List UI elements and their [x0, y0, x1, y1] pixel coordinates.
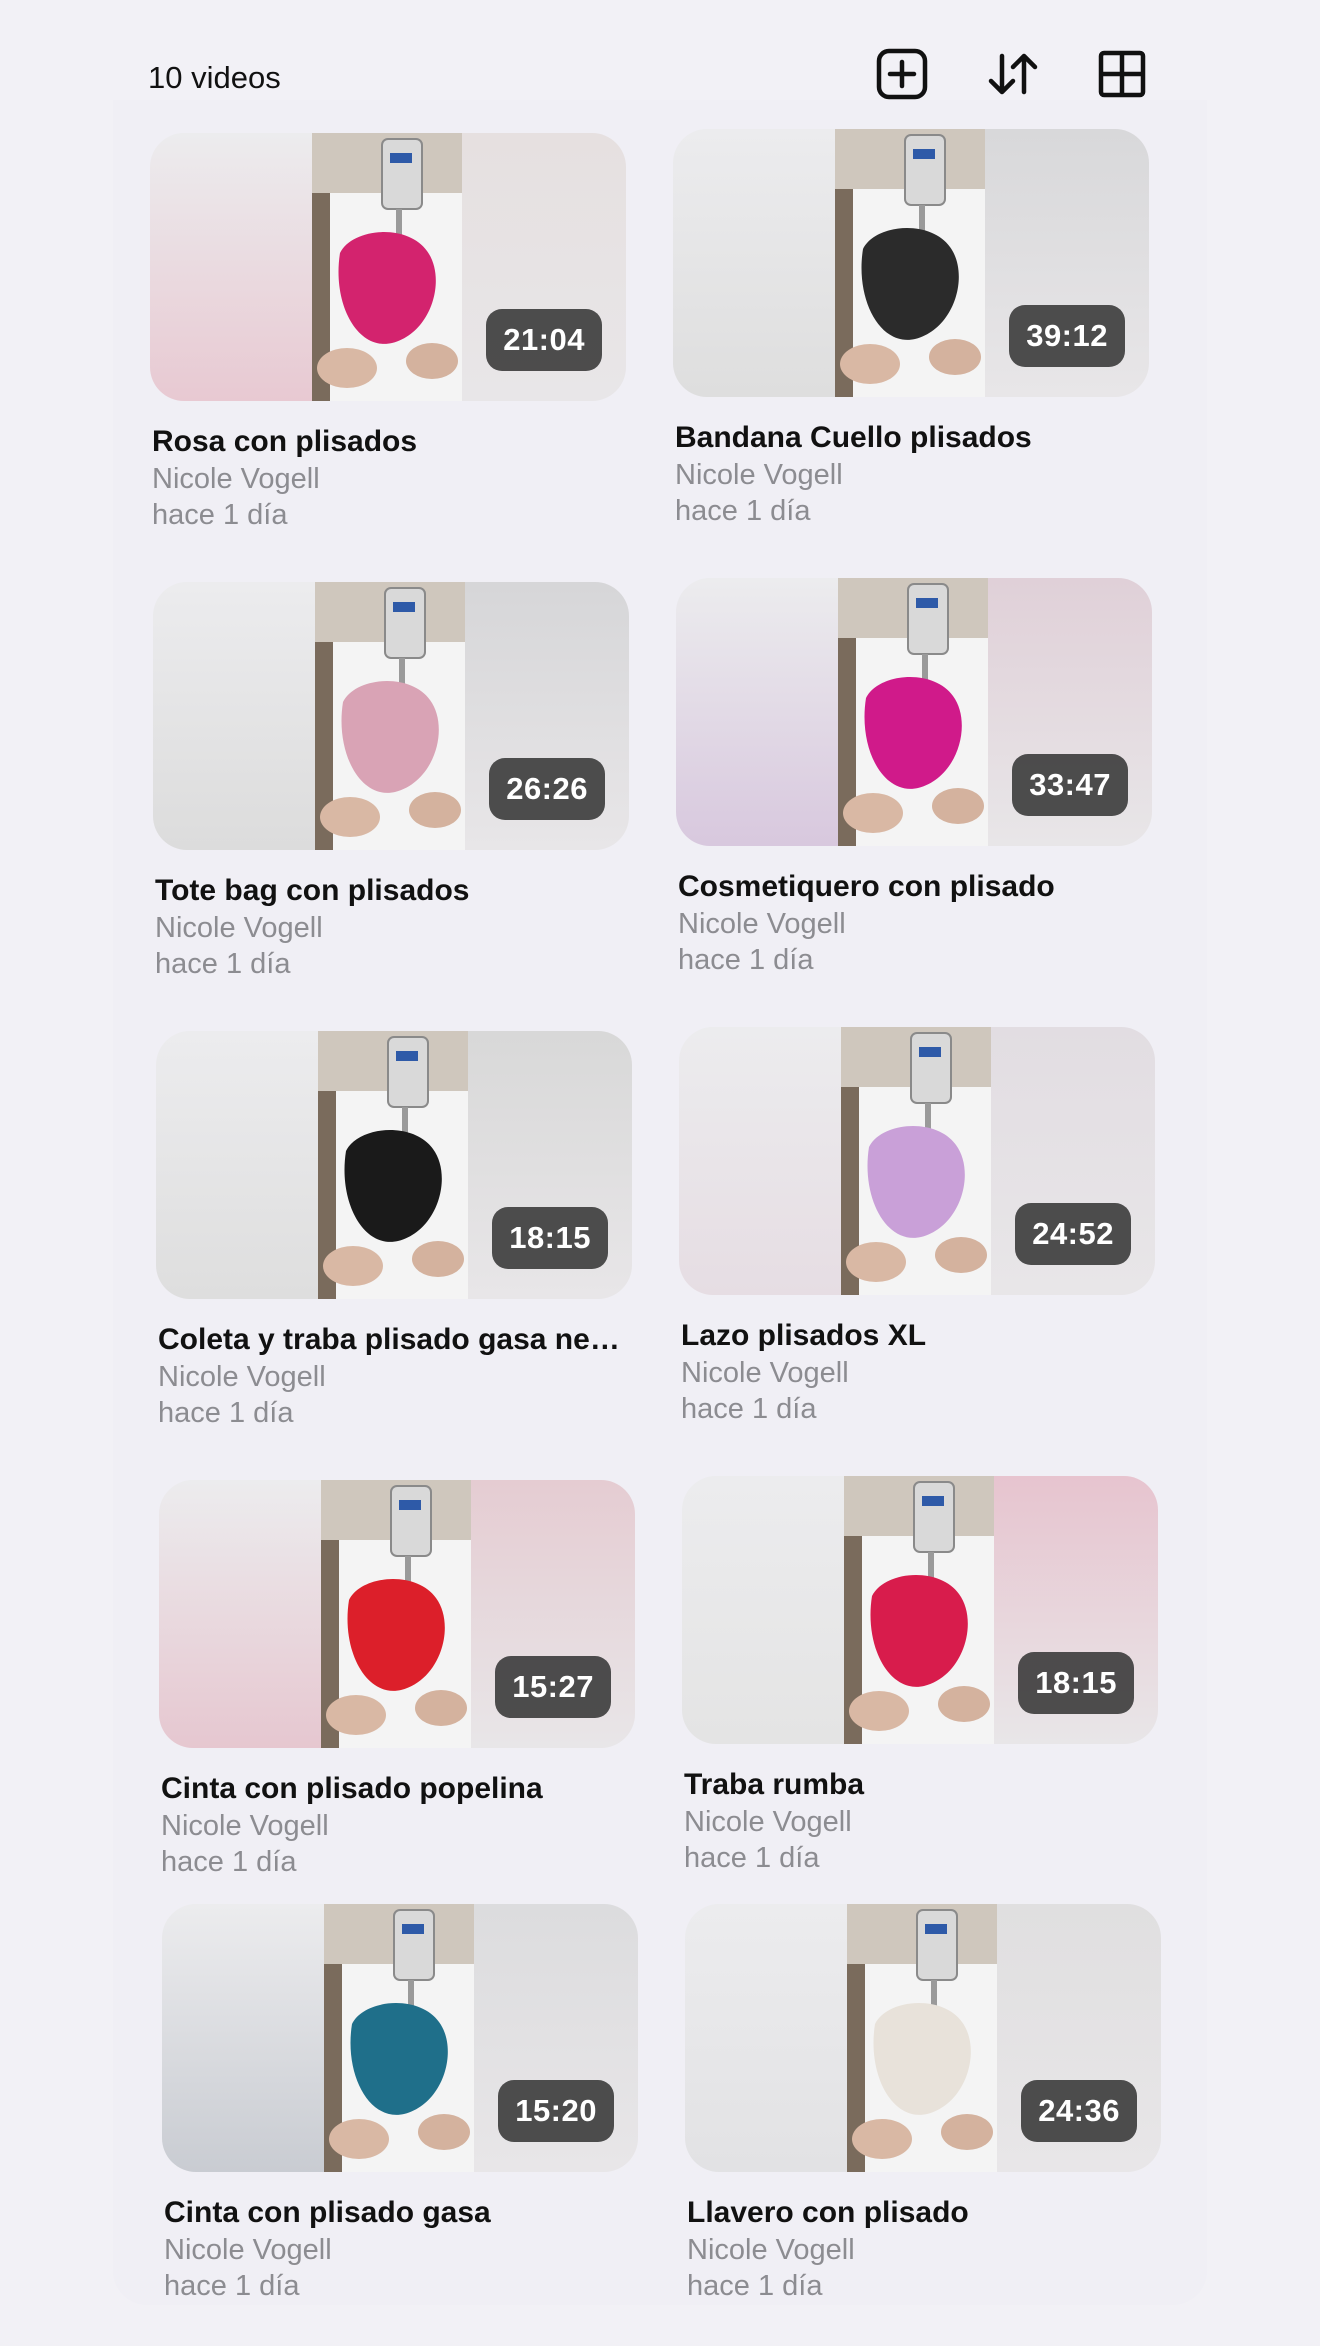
duration-badge: 26:26 — [489, 758, 605, 820]
duration-badge: 33:47 — [1012, 754, 1128, 816]
video-title[interactable]: Tote bag con plisados — [155, 874, 629, 908]
duration-badge: 15:20 — [498, 2080, 614, 2142]
video-title[interactable]: Llavero con plisado — [687, 2196, 1161, 2230]
upload-age: hace 1 día — [675, 495, 811, 527]
thumbnail-image — [318, 1031, 468, 1299]
video-thumbnail[interactable]: 24:52 — [679, 1027, 1155, 1295]
video-thumbnail[interactable]: 21:04 — [150, 133, 626, 401]
duration-badge: 15:27 — [495, 1656, 611, 1718]
sort-arrows-icon[interactable] — [983, 44, 1043, 104]
video-thumbnail[interactable]: 18:15 — [682, 1476, 1158, 1744]
thumbnail-blur-left — [156, 1031, 318, 1299]
video-thumbnail[interactable]: 24:36 — [685, 1904, 1161, 2172]
duration-badge: 21:04 — [486, 309, 602, 371]
video-thumbnail[interactable]: 33:47 — [676, 578, 1152, 846]
upload-age: hace 1 día — [681, 1393, 817, 1425]
thumbnail-image — [315, 582, 465, 850]
thumbnail-blur-left — [673, 129, 835, 397]
duration-badge: 18:15 — [1018, 1652, 1134, 1714]
thumbnail-image — [324, 1904, 474, 2172]
channel-name[interactable]: Nicole Vogell — [158, 1361, 326, 1394]
channel-name[interactable]: Nicole Vogell — [155, 912, 323, 945]
channel-name[interactable]: Nicole Vogell — [684, 1806, 852, 1839]
video-title[interactable]: Lazo plisados XL — [681, 1319, 1155, 1353]
thumbnail-image — [312, 133, 462, 401]
video-thumbnail[interactable]: 26:26 — [153, 582, 629, 850]
thumbnail-image — [844, 1476, 994, 1744]
upload-age: hace 1 día — [161, 1846, 297, 1878]
thumbnail-blur-left — [682, 1476, 844, 1744]
thumbnail-image — [321, 1480, 471, 1748]
thumbnail-blur-left — [159, 1480, 321, 1748]
duration-badge: 39:12 — [1009, 305, 1125, 367]
channel-name[interactable]: Nicole Vogell — [161, 1810, 329, 1843]
video-title[interactable]: Cinta con plisado popelina — [161, 1772, 635, 1806]
thumbnail-blur-left — [679, 1027, 841, 1295]
add-square-icon[interactable] — [872, 44, 932, 104]
video-title[interactable]: Cinta con plisado gasa — [164, 2196, 638, 2230]
video-thumbnail[interactable]: 39:12 — [673, 129, 1149, 397]
thumbnail-image — [835, 129, 985, 397]
thumbnail-blur-left — [162, 1904, 324, 2172]
upload-age: hace 1 día — [158, 1397, 294, 1429]
thumbnail-image — [847, 1904, 997, 2172]
video-title[interactable]: Traba rumba — [684, 1768, 1158, 1802]
channel-name[interactable]: Nicole Vogell — [678, 908, 846, 941]
video-thumbnail[interactable]: 15:27 — [159, 1480, 635, 1748]
thumbnail-image — [841, 1027, 991, 1295]
upload-age: hace 1 día — [687, 2270, 823, 2302]
channel-name[interactable]: Nicole Vogell — [687, 2234, 855, 2267]
video-thumbnail[interactable]: 15:20 — [162, 1904, 638, 2172]
video-title[interactable]: Rosa con plisados — [152, 425, 626, 459]
thumbnail-image — [838, 578, 988, 846]
grid-view-icon[interactable] — [1092, 44, 1152, 104]
upload-age: hace 1 día — [155, 948, 291, 980]
video-thumbnail[interactable]: 18:15 — [156, 1031, 632, 1299]
thumbnail-blur-left — [685, 1904, 847, 2172]
channel-name[interactable]: Nicole Vogell — [681, 1357, 849, 1390]
channel-name[interactable]: Nicole Vogell — [675, 459, 843, 492]
upload-age: hace 1 día — [152, 499, 288, 531]
duration-badge: 24:52 — [1015, 1203, 1131, 1265]
video-title[interactable]: Cosmetiquero con plisado — [678, 870, 1152, 904]
video-count: 10 videos — [148, 60, 281, 95]
thumbnail-blur-left — [676, 578, 838, 846]
thumbnail-blur-left — [150, 133, 312, 401]
video-title[interactable]: Coleta y traba plisado gasa negra — [158, 1323, 632, 1357]
duration-badge: 18:15 — [492, 1207, 608, 1269]
upload-age: hace 1 día — [164, 2270, 300, 2302]
channel-name[interactable]: Nicole Vogell — [152, 463, 320, 496]
upload-age: hace 1 día — [684, 1842, 820, 1874]
duration-badge: 24:36 — [1021, 2080, 1137, 2142]
video-title[interactable]: Bandana Cuello plisados — [675, 421, 1149, 455]
thumbnail-blur-left — [153, 582, 315, 850]
channel-name[interactable]: Nicole Vogell — [164, 2234, 332, 2267]
upload-age: hace 1 día — [678, 944, 814, 976]
